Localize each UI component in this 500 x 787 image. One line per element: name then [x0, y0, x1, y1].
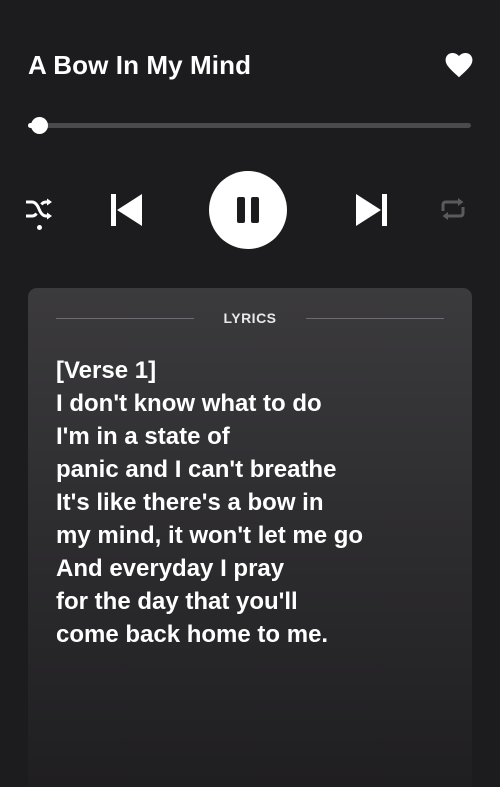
lyrics-divider-right [306, 317, 444, 319]
pause-icon [237, 197, 259, 223]
next-track-button[interactable] [350, 188, 394, 232]
lyrics-line: come back home to me. [56, 621, 329, 648]
lyrics-line: panic and I can't breathe [56, 456, 337, 483]
lyrics-line: I'm in a state of [56, 423, 230, 450]
shuffle-icon [26, 198, 52, 220]
repeat-icon [441, 198, 465, 220]
repeat-button[interactable] [436, 192, 470, 226]
lyrics-line: It's like there's a bow in [56, 489, 324, 516]
shuffle-active-indicator [36, 225, 42, 230]
now-playing-header: A Bow In My Mind [28, 44, 474, 86]
lyrics-line: I don't know what to do [56, 390, 322, 417]
lyrics-divider-left [56, 317, 194, 319]
skip-next-icon [356, 194, 387, 226]
shuffle-button[interactable] [22, 192, 56, 236]
lyrics-text: [Verse 1] I don't know what to do I'm in… [56, 354, 456, 651]
favorite-button[interactable] [444, 50, 474, 80]
lyrics-line: for the day that you'll [56, 588, 298, 615]
lyrics-line: my mind, it won't let me go [56, 522, 364, 549]
progress-track [28, 123, 471, 128]
heart-icon [445, 52, 473, 78]
play-pause-button[interactable] [209, 171, 287, 249]
lyrics-header: LYRICS [56, 308, 444, 328]
lyrics-heading: LYRICS [223, 310, 277, 326]
playback-controls [0, 170, 500, 250]
lyrics-line: [Verse 1] [56, 357, 157, 384]
skip-previous-icon [111, 194, 142, 226]
previous-track-button[interactable] [104, 188, 148, 232]
lyrics-line: And everyday I pray [56, 555, 285, 582]
playback-progress-slider[interactable] [28, 116, 471, 134]
track-title: A Bow In My Mind [28, 49, 252, 80]
lyrics-card[interactable]: LYRICS [Verse 1] I don't know what to do… [28, 288, 472, 787]
now-playing-screen: A Bow In My Mind LYRICS [Verse 1] I don'… [0, 0, 500, 787]
progress-handle[interactable] [30, 117, 48, 134]
